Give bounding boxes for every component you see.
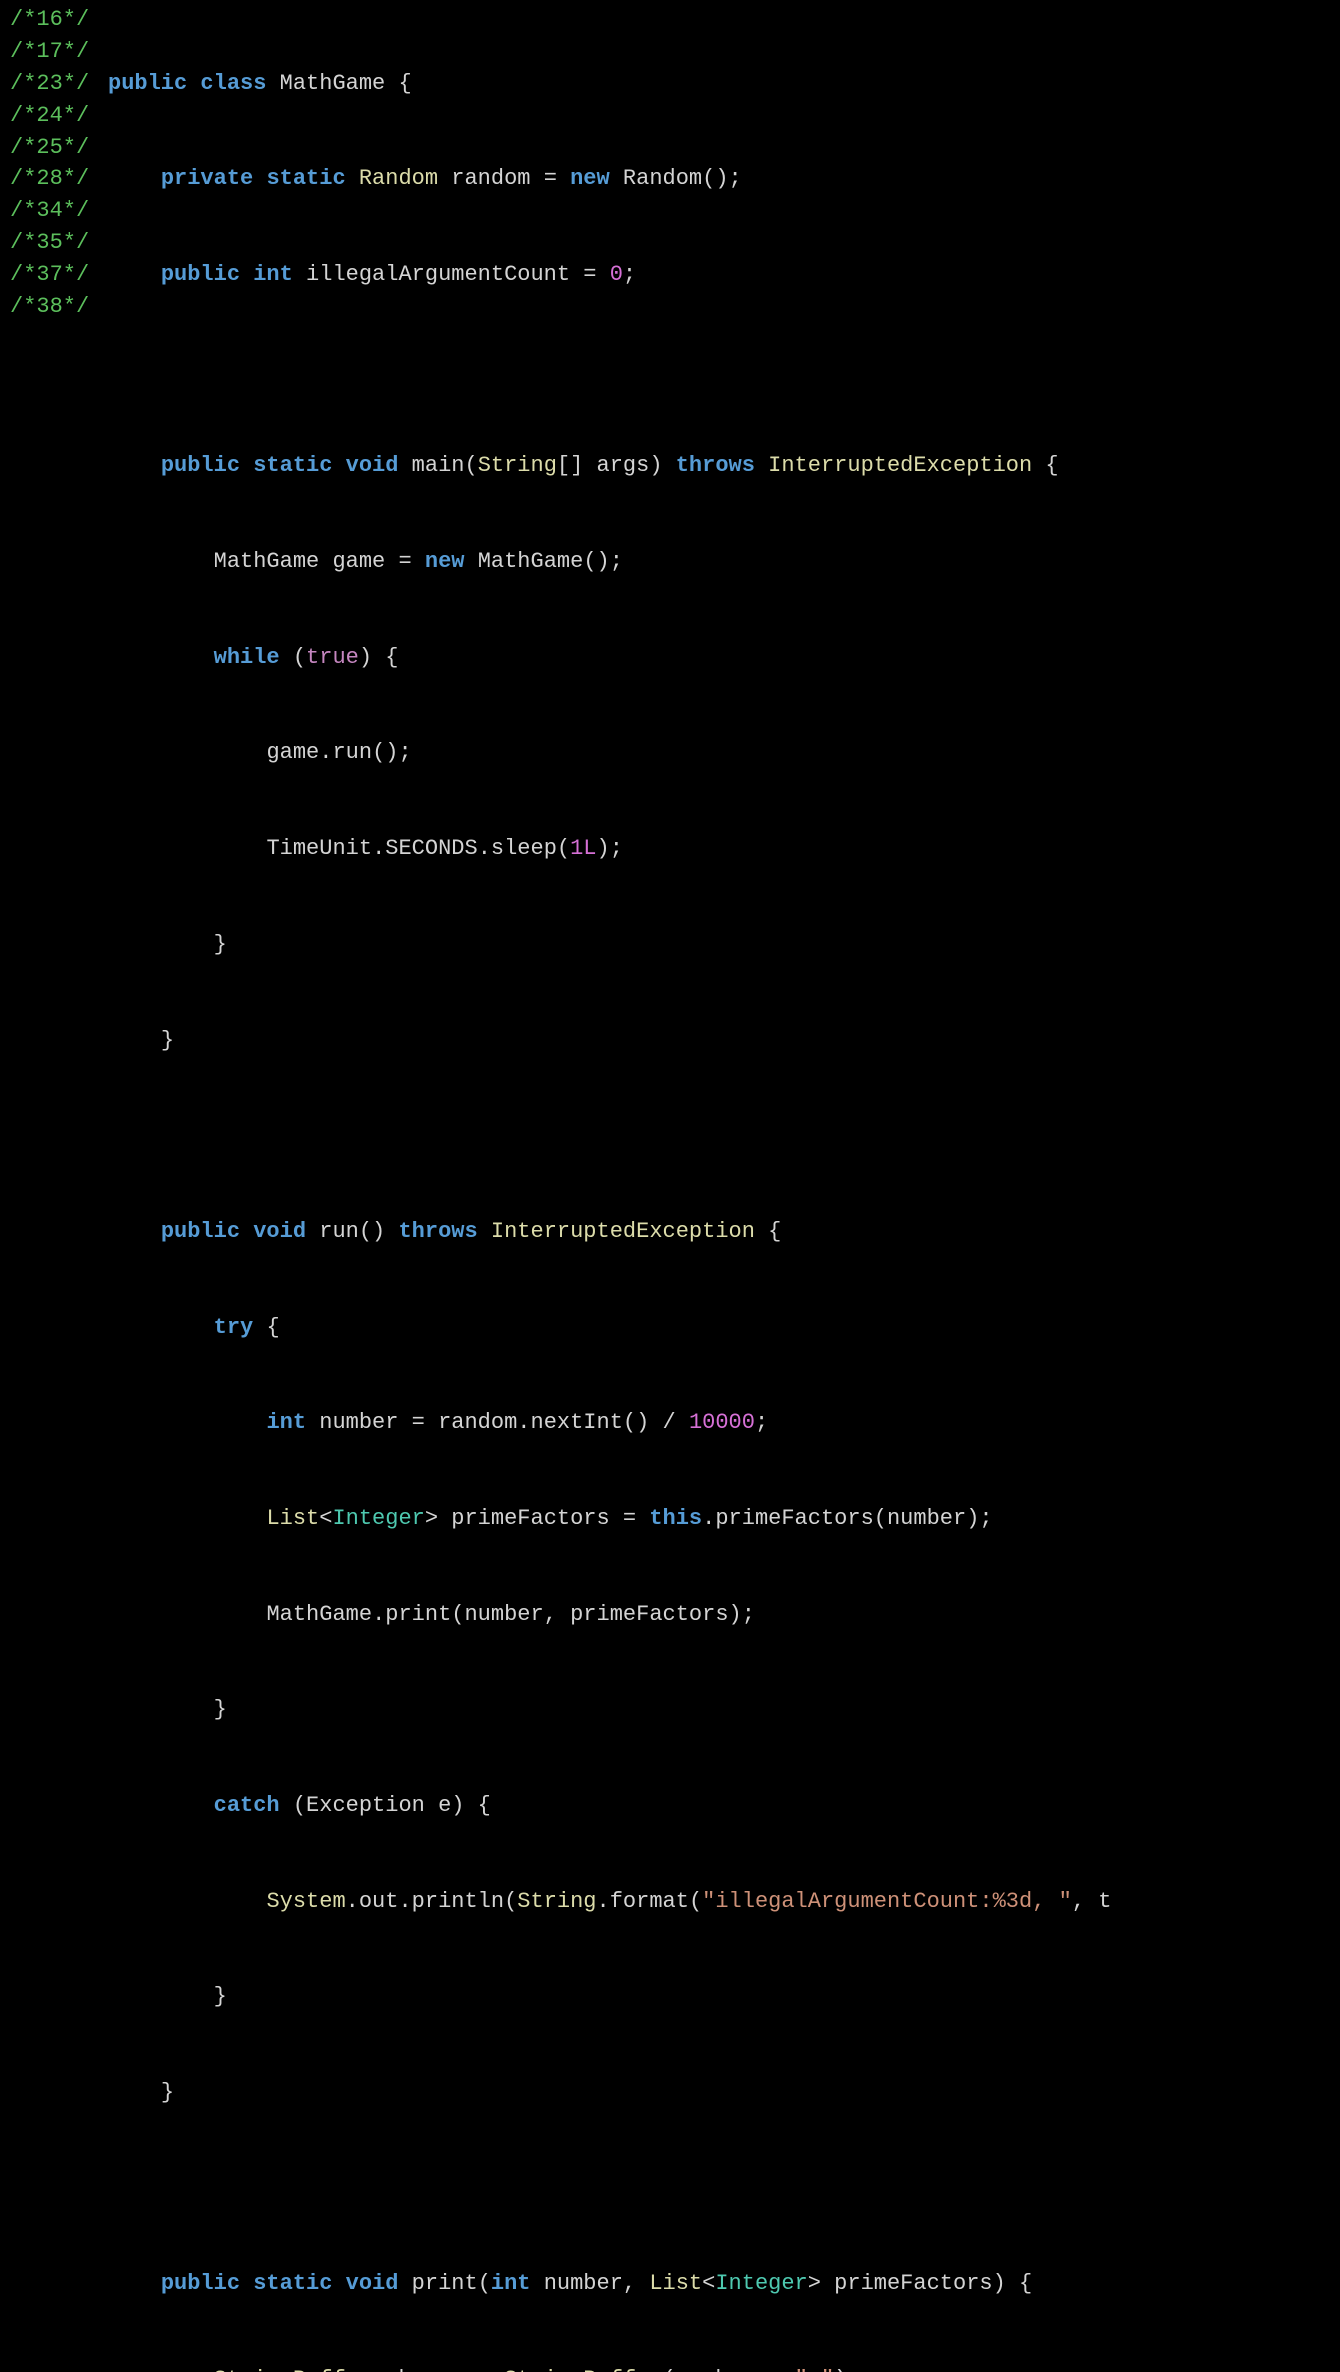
- gutter-line: /*25*/: [10, 132, 108, 164]
- code-line: public static void print(int number, Lis…: [108, 2268, 1340, 2300]
- code-line: public void run() throws InterruptedExce…: [108, 1216, 1340, 1248]
- code-line: public static void main(String[] args) t…: [108, 450, 1340, 482]
- code-line: public class MathGame {: [108, 68, 1340, 100]
- gutter-line: /*28*/: [10, 163, 108, 195]
- gutter-line: /*37*/: [10, 259, 108, 291]
- code-line: MathGame.print(number, primeFactors);: [108, 1599, 1340, 1631]
- code-editor: /*16*/ /*17*/ /*23*/ /*24*/ /*25*/ /*28*…: [0, 0, 1340, 2372]
- code-line: }: [108, 1981, 1340, 2013]
- code-line: }: [108, 1025, 1340, 1057]
- code-line: }: [108, 929, 1340, 961]
- code-line: }: [108, 2077, 1340, 2109]
- gutter-line: /*24*/: [10, 100, 108, 132]
- gutter-column: /*16*/ /*17*/ /*23*/ /*24*/ /*25*/ /*28*…: [0, 4, 108, 2372]
- code-column[interactable]: public class MathGame { private static R…: [108, 4, 1340, 2372]
- code-line: [108, 1120, 1340, 1152]
- gutter-line: /*23*/: [10, 68, 108, 100]
- gutter-line: /*16*/: [10, 4, 108, 36]
- code-line: int number = random.nextInt() / 10000;: [108, 1407, 1340, 1439]
- code-line: List<Integer> primeFactors = this.primeF…: [108, 1503, 1340, 1535]
- code-line: catch (Exception e) {: [108, 1790, 1340, 1822]
- code-line: try {: [108, 1312, 1340, 1344]
- code-line: [108, 2173, 1340, 2205]
- gutter-line: /*38*/: [10, 291, 108, 323]
- code-line: private static Random random = new Rando…: [108, 163, 1340, 195]
- code-line: }: [108, 1694, 1340, 1726]
- code-line: TimeUnit.SECONDS.sleep(1L);: [108, 833, 1340, 865]
- code-line: MathGame game = new MathGame();: [108, 546, 1340, 578]
- code-line: public int illegalArgumentCount = 0;: [108, 259, 1340, 291]
- gutter-line: /*17*/: [10, 36, 108, 68]
- gutter-line: /*34*/: [10, 195, 108, 227]
- gutter-line: /*35*/: [10, 227, 108, 259]
- code-line: while (true) {: [108, 642, 1340, 674]
- code-line: StringBuffer sb = new StringBuffer(numbe…: [108, 2364, 1340, 2372]
- code-line: game.run();: [108, 737, 1340, 769]
- code-line: [108, 355, 1340, 387]
- code-line: System.out.println(String.format("illega…: [108, 1886, 1340, 1918]
